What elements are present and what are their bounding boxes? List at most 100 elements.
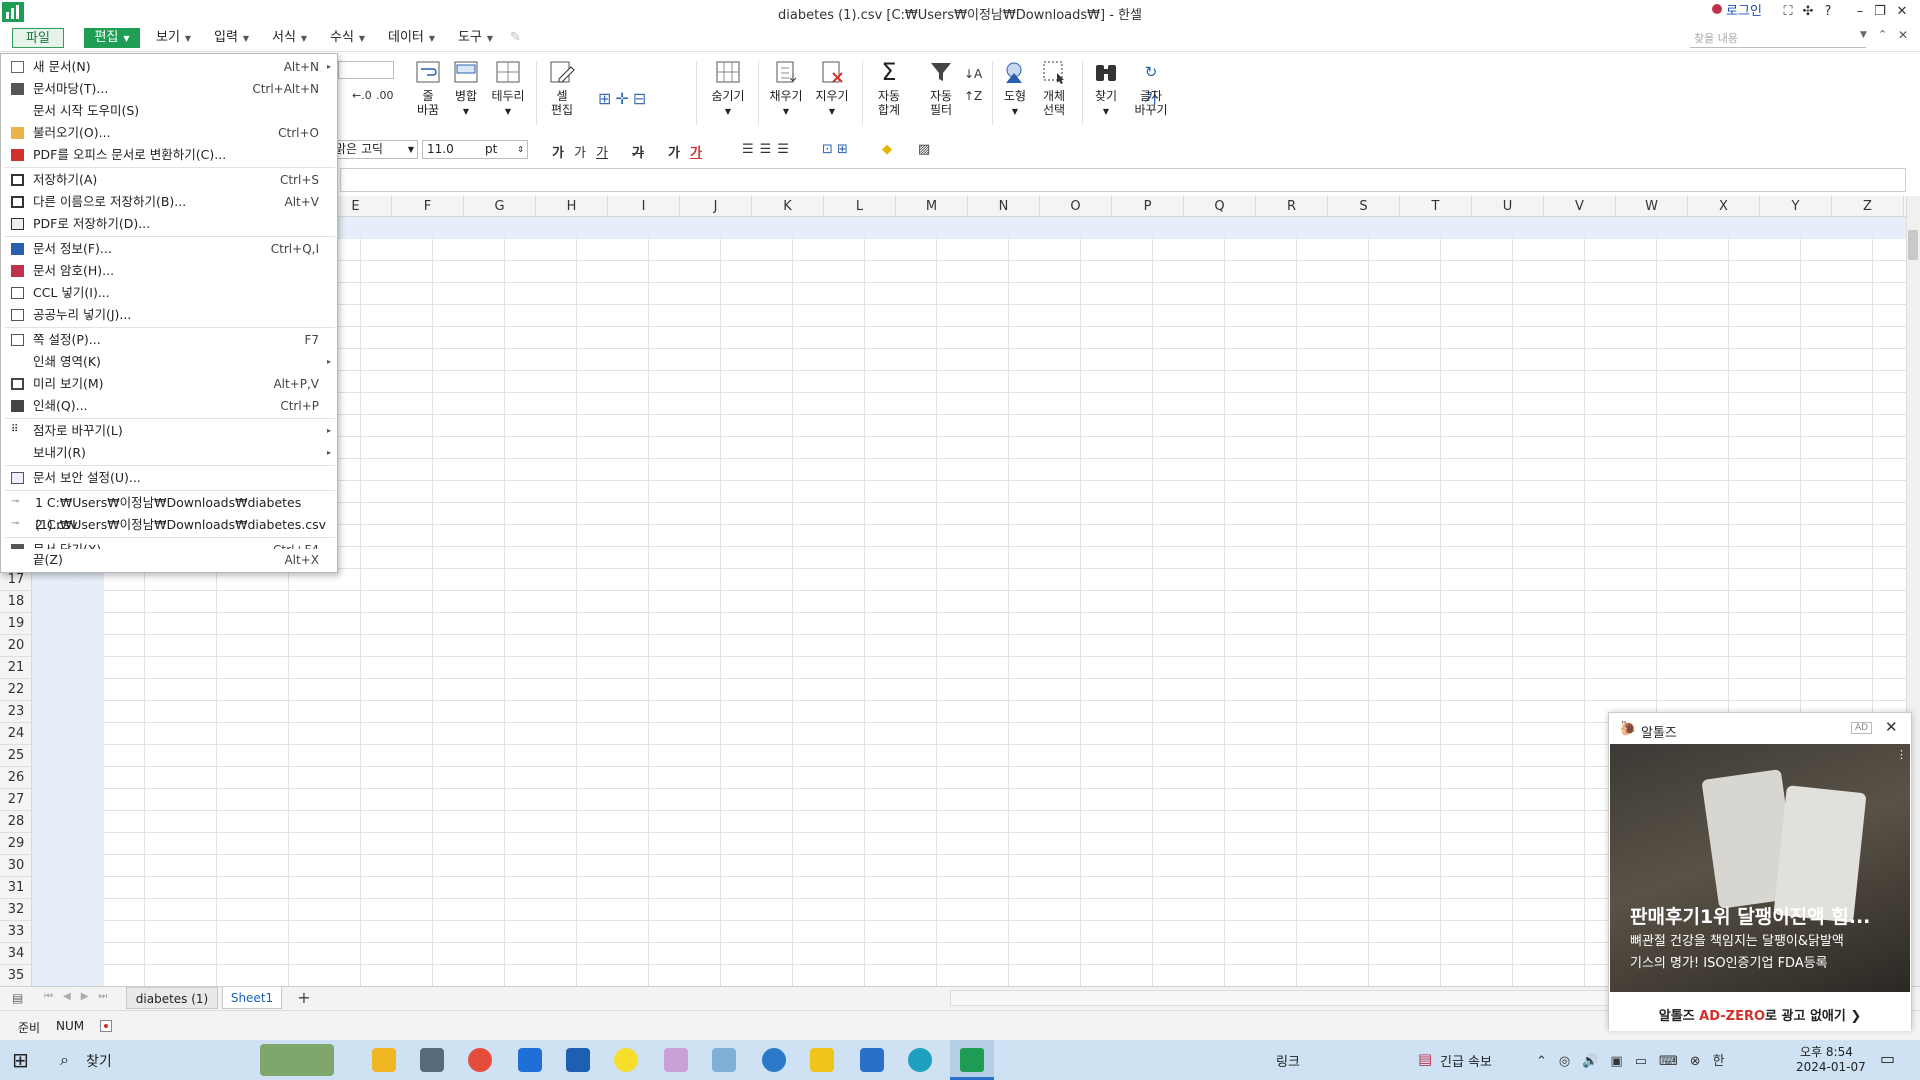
- sheet-tab-active[interactable]: Sheet1: [222, 987, 282, 1009]
- clear-button[interactable]: 지우기 ▼: [812, 59, 852, 119]
- menu-item-print-area[interactable]: 인쇄 영역(K) ▸: [1, 351, 337, 373]
- row-header-cell[interactable]: 19: [0, 613, 32, 635]
- tab-formula[interactable]: 수식 ▼: [324, 28, 371, 48]
- column-header-cell[interactable]: H: [536, 196, 608, 217]
- formula-input[interactable]: [340, 168, 1906, 192]
- restore-icon[interactable]: ❐: [1872, 2, 1888, 22]
- row-header-cell[interactable]: 21: [0, 657, 32, 679]
- row-header-cell[interactable]: 30: [0, 855, 32, 877]
- tray-icons[interactable]: ⌃◎🔊▣▭⌨⊗한: [1536, 1050, 1737, 1069]
- border-button[interactable]: 테두리 ▼: [488, 59, 528, 119]
- mail-icon[interactable]: [518, 1048, 542, 1072]
- menu-item-exit[interactable]: 끝(Z) Alt+X: [1, 549, 337, 571]
- pin-icon[interactable]: ✎: [510, 30, 521, 45]
- tab-data[interactable]: 데이터 ▼: [382, 28, 441, 48]
- menu-item-doc-password[interactable]: 문서 암호(H)...: [1, 260, 337, 282]
- kakaotalk-icon[interactable]: [614, 1048, 638, 1072]
- column-header-cell[interactable]: Q: [1184, 196, 1256, 217]
- column-header-cell[interactable]: J: [680, 196, 752, 217]
- decimal-decrease-icon[interactable]: .00: [376, 89, 394, 102]
- object-select-button[interactable]: 개체 선택: [1036, 59, 1072, 117]
- row-header-cell[interactable]: 20: [0, 635, 32, 657]
- find-button[interactable]: 찾기 ▼: [1090, 59, 1122, 119]
- taskbar-search[interactable]: 찾기: [86, 1051, 112, 1071]
- app-icon[interactable]: [664, 1048, 688, 1072]
- close-icon[interactable]: ✕: [1885, 718, 1898, 736]
- underline-icon[interactable]: 가: [596, 142, 608, 161]
- tab-view[interactable]: 보기 ▼: [150, 28, 197, 48]
- decimal-increase-icon[interactable]: ←.0: [352, 89, 372, 102]
- sticky-notes-icon[interactable]: [810, 1048, 834, 1072]
- ad-footer[interactable]: 알톨즈 AD-ZERO로 광고 없애기 ❯: [1609, 1003, 1911, 1031]
- autosum-button[interactable]: Σ 자동 합계: [872, 59, 906, 117]
- menu-item-print[interactable]: 인쇄(Q)... Ctrl+P: [1, 395, 337, 417]
- chrome-icon[interactable]: [468, 1048, 492, 1072]
- menu-item-kogl[interactable]: 공공누리 넣기(J)...: [1, 304, 337, 326]
- calendar-icon[interactable]: [860, 1048, 884, 1072]
- column-header-cell[interactable]: P: [1112, 196, 1184, 217]
- menu-item-ccl[interactable]: CCL 넣기(I)...: [1, 282, 337, 304]
- menu-item-security[interactable]: 문서 보안 설정(U)...: [1, 467, 337, 489]
- sheet-nav-icons[interactable]: ⏮◀▶⏭: [44, 991, 117, 1002]
- fullscreen-icon[interactable]: ⛶: [1780, 2, 1796, 22]
- column-header-cell[interactable]: U: [1472, 196, 1544, 217]
- store-icon[interactable]: [566, 1048, 590, 1072]
- login-link[interactable]: 로그인: [1724, 2, 1764, 22]
- menu-item-pdf-convert[interactable]: PDF를 오피스 문서로 변환하기(C)...: [1, 144, 337, 166]
- font-color-icon[interactable]: 가: [690, 142, 702, 161]
- sheet-list-icon[interactable]: ▤: [12, 991, 23, 1005]
- hancell-taskbar-button[interactable]: [950, 1040, 994, 1080]
- font-family-select[interactable]: 맑은 고딕 ▼: [330, 140, 418, 159]
- column-header-cell[interactable]: K: [752, 196, 824, 217]
- fill-button[interactable]: 채우기 ▼: [766, 59, 806, 119]
- cell-border-icons[interactable]: ⊡ ⊞: [822, 142, 848, 157]
- column-header-cell[interactable]: I: [608, 196, 680, 217]
- column-header-cell[interactable]: Z: [1832, 196, 1904, 217]
- row-header-cell[interactable]: 28: [0, 811, 32, 833]
- record-macro-icon[interactable]: [100, 1020, 112, 1032]
- row-header-cell[interactable]: 33: [0, 921, 32, 943]
- menu-item-new[interactable]: 새 문서(N) Alt+N ▸: [1, 56, 337, 78]
- font-decrease-icon[interactable]: 가: [574, 142, 586, 161]
- pattern-icon[interactable]: ▨: [918, 142, 930, 157]
- resize-icon[interactable]: ✣: [1800, 2, 1816, 22]
- find-input[interactable]: 찾을 내용: [1690, 30, 1866, 48]
- tab-insert[interactable]: 입력 ▼: [208, 28, 255, 48]
- bold-increase-icon[interactable]: 가: [552, 142, 564, 161]
- menu-item-send[interactable]: 보내기(R) ▸: [1, 442, 337, 464]
- replace-text-button[interactable]: ↻가 글자 바꾸기: [1130, 59, 1172, 117]
- menu-item-save[interactable]: 저장하기(A) Ctrl+S: [1, 169, 337, 191]
- windows-start-icon[interactable]: ⊞: [12, 1048, 29, 1072]
- more-icon[interactable]: ⋮: [1896, 748, 1907, 761]
- row-header-cell[interactable]: 18: [0, 591, 32, 613]
- menu-item-open[interactable]: 불러오기(O)... Ctrl+O: [1, 122, 337, 144]
- vertical-scroll-thumb[interactable]: [1908, 230, 1918, 260]
- menu-item-recent-1[interactable]: ⊸ 1 C:₩Users₩이정남₩Downloads₩diabetes (1).c…: [1, 492, 337, 532]
- help-icon[interactable]: ?: [1820, 2, 1836, 22]
- column-header-cell[interactable]: Y: [1760, 196, 1832, 217]
- tab-edit[interactable]: 편집 ▼: [84, 28, 140, 48]
- stepper-icon[interactable]: ⇕: [517, 141, 524, 158]
- ad-image[interactable]: ⋮ 판매후기1위 달팽이진액 힘... 뼈관절 건강을 책임지는 달팽이&닭발액…: [1610, 744, 1910, 992]
- menu-item-save-as[interactable]: 다른 이름으로 저장하기(B)... Alt+V: [1, 191, 337, 213]
- menu-item-preview[interactable]: 미리 보기(M) Alt+P,V: [1, 373, 337, 395]
- row-header-cell[interactable]: 26: [0, 767, 32, 789]
- chevron-down-icon[interactable]: ▼: [1860, 30, 1867, 40]
- menu-item-start-helper[interactable]: 문서 시작 도우미(S): [1, 100, 337, 122]
- menu-item-page-setup[interactable]: 쪽 설정(P)... F7: [1, 329, 337, 351]
- sheet-tab[interactable]: diabetes (1): [126, 987, 218, 1009]
- column-header-cell[interactable]: O: [1040, 196, 1112, 217]
- row-header-cell[interactable]: 31: [0, 877, 32, 899]
- align-icons[interactable]: ☰☰☰: [742, 142, 795, 157]
- fill-color-icon[interactable]: ◆: [882, 142, 892, 157]
- taskbar-news[interactable]: 긴급 속보: [1440, 1051, 1492, 1070]
- hide-button[interactable]: 숨기기 ▼: [706, 59, 750, 119]
- row-header-cell[interactable]: 22: [0, 679, 32, 701]
- search-icon[interactable]: ⌕: [60, 1050, 69, 1070]
- menu-item-recent-2[interactable]: ⊸ 2 C:₩Users₩이정남₩Downloads₩diabetes.csv: [1, 514, 337, 536]
- sort-icon[interactable]: ↓A ↑Z: [964, 63, 982, 107]
- merge-button[interactable]: 병합 ▼: [450, 59, 482, 119]
- font-size-input[interactable]: 11.0 pt ⇕: [422, 140, 528, 159]
- column-header-cell[interactable]: N: [968, 196, 1040, 217]
- menu-item-braille[interactable]: ⠿ 점자로 바꾸기(L) ▸: [1, 420, 337, 442]
